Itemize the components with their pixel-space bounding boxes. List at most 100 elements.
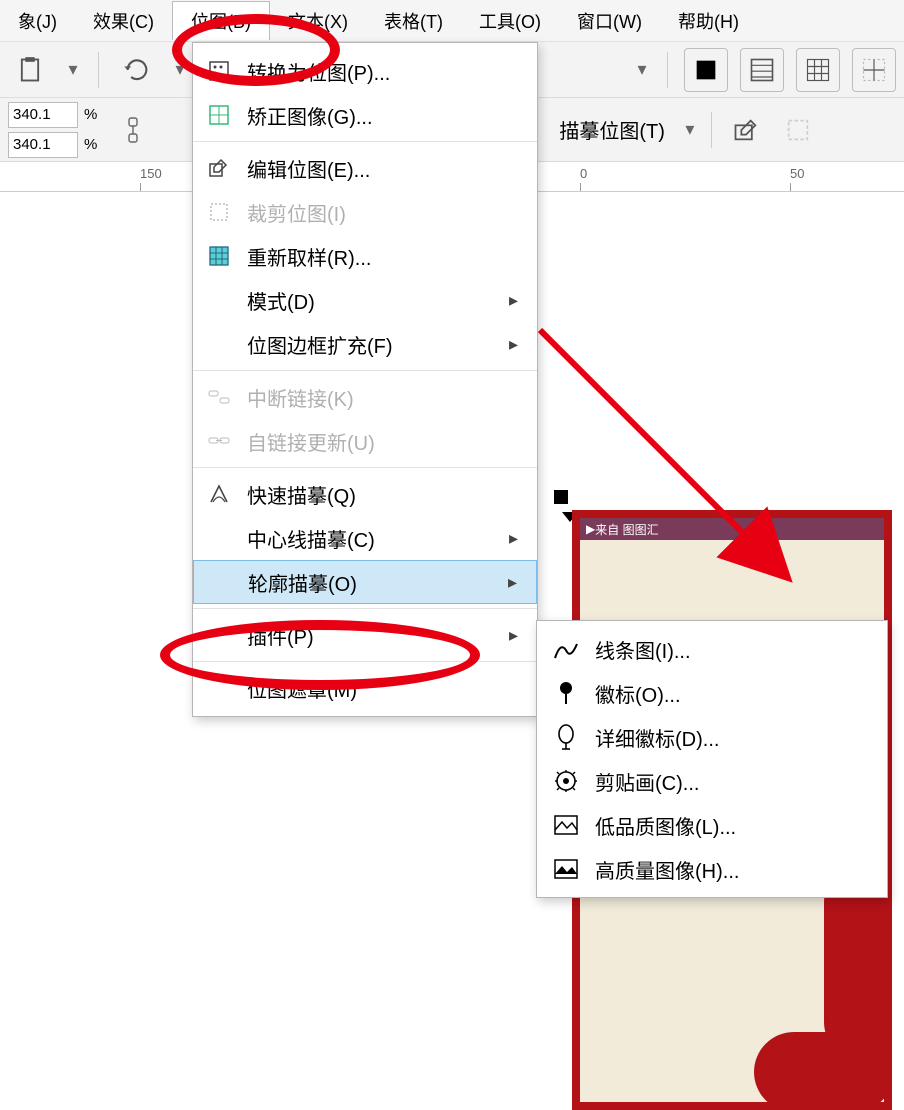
menu-label: 矫正图像(G)...	[247, 101, 525, 130]
ruler-tick: 150	[140, 166, 162, 191]
unit-label: %	[78, 136, 103, 153]
convert-bitmap-icon	[205, 59, 233, 83]
menu-window[interactable]: 窗口(W)	[559, 2, 660, 40]
menu-crop-bitmap: 裁剪位图(I)	[193, 190, 537, 234]
resample-icon	[205, 244, 233, 268]
zoom-dropdown-icon[interactable]: ▾	[633, 59, 651, 80]
menu-label: 剪贴画(C)...	[595, 767, 699, 796]
chevron-right-icon: ▸	[509, 528, 525, 549]
clipart-icon	[551, 768, 581, 794]
grid-button[interactable]	[796, 48, 840, 92]
submenu-lineart[interactable]: 线条图(I)...	[537, 627, 887, 671]
undo-button[interactable]	[115, 48, 159, 92]
menu-tools[interactable]: 工具(O)	[461, 2, 559, 40]
menu-label: 中断链接(K)	[247, 383, 525, 412]
submenu-clipart[interactable]: 剪贴画(C)...	[537, 759, 887, 803]
chevron-right-icon: ▸	[508, 572, 524, 593]
menu-label: 线条图(I)...	[595, 635, 691, 664]
menu-label: 模式(D)	[247, 286, 495, 315]
lineart-icon	[551, 638, 581, 660]
lowq-icon	[551, 814, 581, 836]
quick-trace-icon	[205, 482, 233, 506]
guidelines-button[interactable]	[852, 48, 896, 92]
menu-bitmap-mask[interactable]: 位图遮罩(M)	[193, 666, 537, 710]
unit-label: %	[78, 106, 103, 123]
menu-separator	[193, 141, 537, 142]
watermark-label: ▶ 来自 图图汇	[580, 518, 884, 540]
menu-label: 轮廓描摹(O)	[248, 568, 494, 597]
menu-edit-bitmap[interactable]: 编辑位图(E)...	[193, 146, 537, 190]
separator	[98, 52, 99, 88]
rulers-button[interactable]	[740, 48, 784, 92]
selection-handle[interactable]	[554, 490, 568, 504]
scale-y-input[interactable]	[8, 132, 78, 158]
menu-quick-trace[interactable]: 快速描摹(Q)	[193, 472, 537, 516]
menu-break-link: 中断链接(K)	[193, 375, 537, 419]
menu-plugins[interactable]: 插件(P) ▸	[193, 613, 537, 657]
menu-help[interactable]: 帮助(H)	[660, 2, 757, 40]
menu-outline-trace[interactable]: 轮廓描摹(O) ▸	[193, 560, 537, 604]
ruler-tick: 50	[790, 166, 804, 191]
menu-label: 转换为位图(P)...	[247, 57, 525, 86]
separator	[667, 52, 668, 88]
menu-label: 插件(P)	[247, 621, 495, 650]
menu-object[interactable]: 象(J)	[0, 2, 75, 40]
menu-label: 自链接更新(U)	[247, 427, 525, 456]
undo-dropdown-icon[interactable]: ▾	[171, 59, 189, 80]
menu-separator	[193, 608, 537, 609]
bitmap-menu: 转换为位图(P)... 矫正图像(G)... 编辑位图(E)... 裁剪位图(I…	[192, 42, 538, 717]
highq-icon	[551, 858, 581, 880]
lock-ratio-button[interactable]	[111, 108, 155, 152]
edit-bitmap-icon	[205, 156, 233, 180]
menu-label: 徽标(O)...	[595, 679, 681, 708]
menu-bitmap[interactable]: 位图(B)	[172, 1, 270, 40]
menu-label: 裁剪位图(I)	[247, 198, 525, 227]
menu-label: 中心线描摹(C)	[247, 524, 495, 553]
menu-centerline-trace[interactable]: 中心线描摹(C) ▸	[193, 516, 537, 560]
auto-update-icon	[205, 431, 233, 451]
menu-label: 高质量图像(H)...	[595, 855, 739, 884]
menu-label: 位图遮罩(M)	[247, 674, 525, 703]
menu-label: 位图边框扩充(F)	[247, 330, 495, 359]
separator	[711, 112, 712, 148]
chevron-right-icon: ▸	[509, 334, 525, 355]
menu-convert-to-bitmap[interactable]: 转换为位图(P)...	[193, 49, 537, 93]
ruler-tick: 0	[580, 166, 587, 191]
submenu-high-quality[interactable]: 高质量图像(H)...	[537, 847, 887, 891]
logo-icon	[551, 680, 581, 706]
submenu-detailed-logo[interactable]: 详细徽标(D)...	[537, 715, 887, 759]
trace-dropdown-icon[interactable]: ▾	[681, 119, 699, 140]
menu-separator	[193, 661, 537, 662]
menu-label: 重新取样(R)...	[247, 242, 525, 271]
menu-label: 低品质图像(L)...	[595, 811, 736, 840]
trace-bitmap-button[interactable]: 描摹位图(T)	[551, 115, 673, 144]
paste-button[interactable]	[8, 48, 52, 92]
chevron-right-icon: ▸	[509, 625, 525, 646]
paste-dropdown-icon[interactable]: ▾	[64, 59, 82, 80]
scale-x-input[interactable]	[8, 102, 78, 128]
chevron-right-icon: ▸	[509, 290, 525, 311]
straighten-icon	[205, 103, 233, 127]
menu-separator	[193, 370, 537, 371]
image-text: Ch	[845, 1067, 880, 1098]
submenu-logo[interactable]: 徽标(O)...	[537, 671, 887, 715]
menu-separator	[193, 467, 537, 468]
submenu-low-quality[interactable]: 低品质图像(L)...	[537, 803, 887, 847]
menu-label: 快速描摹(Q)	[247, 480, 525, 509]
menu-effects[interactable]: 效果(C)	[75, 2, 172, 40]
menu-straighten-image[interactable]: 矫正图像(G)...	[193, 93, 537, 137]
crop-bitmap-icon	[205, 200, 233, 224]
break-link-icon	[205, 387, 233, 407]
menubar: 象(J) 效果(C) 位图(B) 文本(X) 表格(T) 工具(O) 窗口(W)…	[0, 0, 904, 42]
detailed-logo-icon	[551, 724, 581, 750]
menu-table[interactable]: 表格(T)	[366, 2, 461, 40]
edit-bitmap-button[interactable]	[724, 108, 768, 152]
crop-button[interactable]	[776, 108, 820, 152]
menu-inflate-bitmap[interactable]: 位图边框扩充(F) ▸	[193, 322, 537, 366]
outline-trace-submenu: 线条图(I)... 徽标(O)... 详细徽标(D)... 剪贴画(C)... …	[536, 620, 888, 898]
menu-auto-update-link: 自链接更新(U)	[193, 419, 537, 463]
menu-mode[interactable]: 模式(D) ▸	[193, 278, 537, 322]
menu-text[interactable]: 文本(X)	[270, 2, 366, 40]
fullscreen-button[interactable]	[684, 48, 728, 92]
menu-resample[interactable]: 重新取样(R)...	[193, 234, 537, 278]
